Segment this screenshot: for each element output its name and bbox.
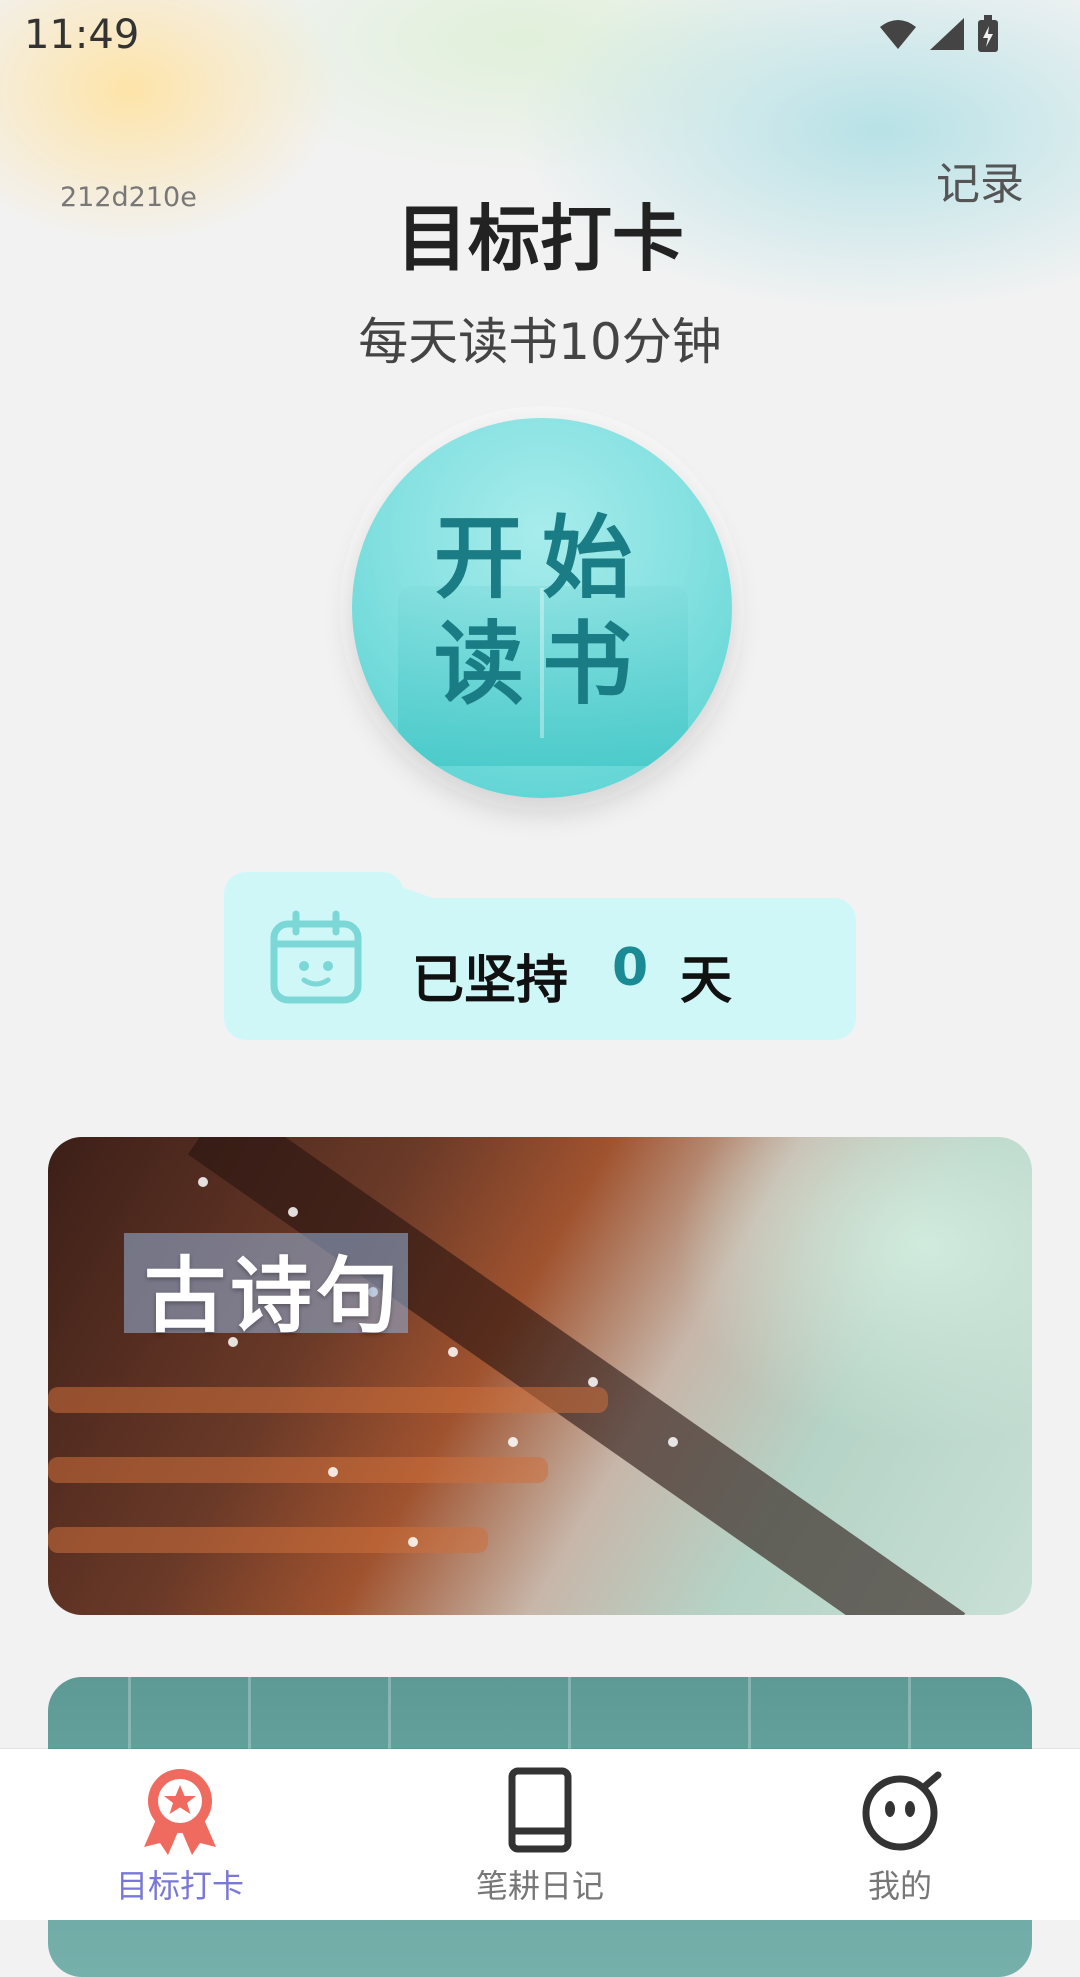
streak-card: 已坚持 0 天 [224, 898, 856, 1040]
card-title: 古诗句 [144, 1249, 403, 1344]
book-icon [508, 1767, 572, 1853]
signal-icon [930, 18, 964, 50]
bottom-tab-bar: 目标打卡 笔耕日记 我的 [0, 1749, 1080, 1920]
smiley-face-icon [862, 1771, 942, 1851]
page-title: 目标打卡 [395, 197, 684, 281]
tab-writing-diary[interactable]: 笔耕日记 [360, 1749, 720, 1920]
wifi-icon [880, 20, 916, 49]
battery-charging-icon [978, 15, 998, 52]
start-reading-button[interactable]: 开始 读书 [352, 418, 732, 798]
streak-unit: 天 [680, 951, 733, 1011]
status-time: 11:49 [24, 12, 140, 58]
start-reading-label: 开始 读书 [434, 506, 650, 717]
award-ribbon-icon [144, 1769, 216, 1855]
status-bar: 11:49 [0, 0, 1080, 72]
tab-label: 目标打卡 [115, 1867, 244, 1905]
tab-mine[interactable]: 我的 [720, 1749, 1080, 1920]
streak-prefix: 已坚持 [412, 951, 569, 1011]
ancient-poetry-card[interactable]: 古诗句 [48, 1137, 1032, 1615]
calendar-smile-icon [270, 910, 362, 1004]
tab-label: 我的 [867, 1867, 932, 1905]
status-icons [878, 14, 1000, 54]
tab-label: 笔耕日记 [475, 1867, 604, 1905]
tab-goal-checkin[interactable]: 目标打卡 [0, 1749, 360, 1920]
streak-count: 0 [612, 938, 649, 998]
goal-subtitle: 每天读书10分钟 [358, 313, 722, 371]
